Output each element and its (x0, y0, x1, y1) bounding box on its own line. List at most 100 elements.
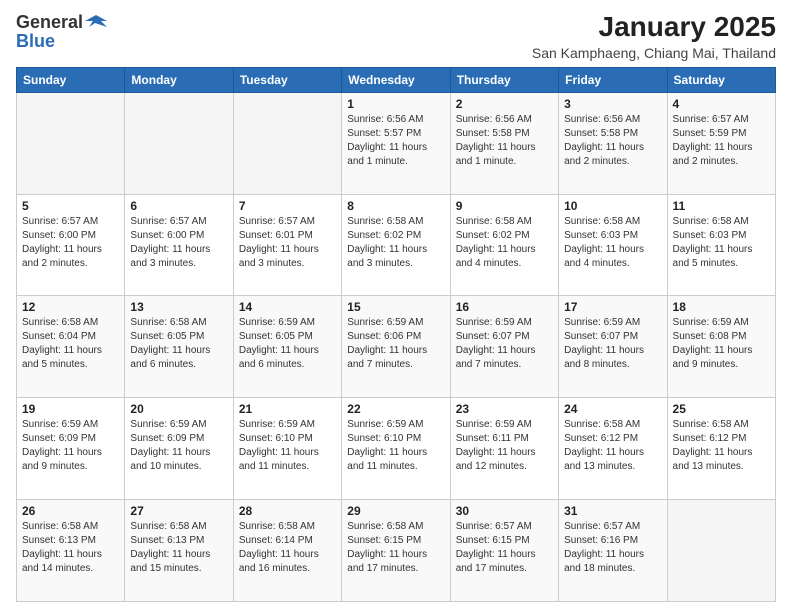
sunrise-text: Sunrise: 6:58 AM (564, 215, 661, 229)
table-row: 15Sunrise: 6:59 AMSunset: 6:06 PMDayligh… (342, 296, 450, 398)
table-row: 7Sunrise: 6:57 AMSunset: 6:01 PMDaylight… (233, 194, 341, 296)
day-number: 6 (130, 199, 227, 213)
table-row: 10Sunrise: 6:58 AMSunset: 6:03 PMDayligh… (559, 194, 667, 296)
calendar-week-1: 1Sunrise: 6:56 AMSunset: 5:57 PMDaylight… (17, 92, 776, 194)
daylight-text: Daylight: 11 hours and 3 minutes. (239, 243, 336, 271)
sunset-text: Sunset: 5:58 PM (564, 127, 661, 141)
daylight-text: Daylight: 11 hours and 9 minutes. (673, 344, 770, 372)
table-row: 5Sunrise: 6:57 AMSunset: 6:00 PMDaylight… (17, 194, 125, 296)
daylight-text: Daylight: 11 hours and 13 minutes. (564, 446, 661, 474)
table-row: 30Sunrise: 6:57 AMSunset: 6:15 PMDayligh… (450, 500, 558, 602)
sunrise-text: Sunrise: 6:59 AM (130, 418, 227, 432)
sunset-text: Sunset: 6:11 PM (456, 432, 553, 446)
sunset-text: Sunset: 6:01 PM (239, 229, 336, 243)
calendar-header-row: Sunday Monday Tuesday Wednesday Thursday… (17, 67, 776, 92)
table-row (17, 92, 125, 194)
sunrise-text: Sunrise: 6:57 AM (22, 215, 119, 229)
sunrise-text: Sunrise: 6:58 AM (456, 215, 553, 229)
sunrise-text: Sunrise: 6:56 AM (347, 113, 444, 127)
sunrise-text: Sunrise: 6:58 AM (22, 316, 119, 330)
sunrise-text: Sunrise: 6:58 AM (347, 520, 444, 534)
daylight-text: Daylight: 11 hours and 14 minutes. (22, 548, 119, 576)
sunrise-text: Sunrise: 6:59 AM (673, 316, 770, 330)
sunset-text: Sunset: 6:03 PM (564, 229, 661, 243)
day-number: 17 (564, 300, 661, 314)
sunset-text: Sunset: 6:13 PM (22, 534, 119, 548)
title-area: January 2025 San Kamphaeng, Chiang Mai, … (532, 12, 776, 61)
sunrise-text: Sunrise: 6:58 AM (673, 418, 770, 432)
daylight-text: Daylight: 11 hours and 18 minutes. (564, 548, 661, 576)
day-info: Sunrise: 6:58 AMSunset: 6:05 PMDaylight:… (130, 316, 227, 372)
calendar-week-5: 26Sunrise: 6:58 AMSunset: 6:13 PMDayligh… (17, 500, 776, 602)
daylight-text: Daylight: 11 hours and 9 minutes. (22, 446, 119, 474)
day-info: Sunrise: 6:58 AMSunset: 6:04 PMDaylight:… (22, 316, 119, 372)
day-number: 20 (130, 402, 227, 416)
day-info: Sunrise: 6:58 AMSunset: 6:02 PMDaylight:… (456, 215, 553, 271)
calendar-week-3: 12Sunrise: 6:58 AMSunset: 6:04 PMDayligh… (17, 296, 776, 398)
day-number: 8 (347, 199, 444, 213)
header-thursday: Thursday (450, 67, 558, 92)
day-info: Sunrise: 6:59 AMSunset: 6:06 PMDaylight:… (347, 316, 444, 372)
table-row: 11Sunrise: 6:58 AMSunset: 6:03 PMDayligh… (667, 194, 775, 296)
daylight-text: Daylight: 11 hours and 6 minutes. (239, 344, 336, 372)
table-row: 16Sunrise: 6:59 AMSunset: 6:07 PMDayligh… (450, 296, 558, 398)
sunrise-text: Sunrise: 6:59 AM (564, 316, 661, 330)
header-monday: Monday (125, 67, 233, 92)
day-number: 2 (456, 97, 553, 111)
sunset-text: Sunset: 6:05 PM (130, 330, 227, 344)
table-row: 23Sunrise: 6:59 AMSunset: 6:11 PMDayligh… (450, 398, 558, 500)
header-friday: Friday (559, 67, 667, 92)
calendar-week-2: 5Sunrise: 6:57 AMSunset: 6:00 PMDaylight… (17, 194, 776, 296)
daylight-text: Daylight: 11 hours and 1 minute. (456, 141, 553, 169)
daylight-text: Daylight: 11 hours and 12 minutes. (456, 446, 553, 474)
day-number: 25 (673, 402, 770, 416)
table-row: 26 Sunrise: 6:58 AMSunset: 6:13 PMDayligh… (17, 500, 125, 602)
page: General Blue January 2025 San Kamphaeng,… (0, 0, 792, 612)
sunrise-text: Sunrise: 6:58 AM (347, 215, 444, 229)
logo-general-text: General (16, 12, 83, 33)
daylight-text: Daylight: 11 hours and 2 minutes. (673, 141, 770, 169)
day-info: Sunrise: 6:59 AMSunset: 6:09 PMDaylight:… (22, 418, 119, 474)
sunset-text: Sunset: 6:15 PM (347, 534, 444, 548)
daylight-text: Daylight: 11 hours and 11 minutes. (347, 446, 444, 474)
day-number: 13 (130, 300, 227, 314)
daylight-text: Daylight: 11 hours and 6 minutes. (130, 344, 227, 372)
table-row: 25Sunrise: 6:58 AMSunset: 6:12 PMDayligh… (667, 398, 775, 500)
sunrise-text: Sunrise: 6:59 AM (456, 316, 553, 330)
sunrise-text: Sunrise: 6:59 AM (239, 316, 336, 330)
sunrise-text: Sunrise: 6:57 AM (456, 520, 553, 534)
table-row: 20Sunrise: 6:59 AMSunset: 6:09 PMDayligh… (125, 398, 233, 500)
table-row: 22Sunrise: 6:59 AMSunset: 6:10 PMDayligh… (342, 398, 450, 500)
sunset-text: Sunset: 6:15 PM (456, 534, 553, 548)
calendar-week-4: 19Sunrise: 6:59 AMSunset: 6:09 PMDayligh… (17, 398, 776, 500)
table-row: 1Sunrise: 6:56 AMSunset: 5:57 PMDaylight… (342, 92, 450, 194)
sunset-text: Sunset: 6:09 PM (22, 432, 119, 446)
daylight-text: Daylight: 11 hours and 1 minute. (347, 141, 444, 169)
daylight-text: Daylight: 11 hours and 7 minutes. (347, 344, 444, 372)
header-sunday: Sunday (17, 67, 125, 92)
calendar-table: Sunday Monday Tuesday Wednesday Thursday… (16, 67, 776, 602)
sunrise-text: Sunrise: 6:58 AM (673, 215, 770, 229)
day-number: 19 (22, 402, 119, 416)
sunset-text: Sunset: 6:10 PM (239, 432, 336, 446)
table-row: 2Sunrise: 6:56 AMSunset: 5:58 PMDaylight… (450, 92, 558, 194)
day-number: 29 (347, 504, 444, 518)
day-info: Sunrise: 6:56 AMSunset: 5:58 PMDaylight:… (564, 113, 661, 169)
sunset-text: Sunset: 6:07 PM (456, 330, 553, 344)
logo: General Blue (16, 12, 107, 52)
day-info: Sunrise: 6:59 AMSunset: 6:10 PMDaylight:… (347, 418, 444, 474)
day-info: Sunrise: 6:59 AMSunset: 6:07 PMDaylight:… (456, 316, 553, 372)
day-info: Sunrise: 6:59 AMSunset: 6:07 PMDaylight:… (564, 316, 661, 372)
sunset-text: Sunset: 6:00 PM (22, 229, 119, 243)
day-number: 31 (564, 504, 661, 518)
day-number: 26 (22, 504, 119, 518)
daylight-text: Daylight: 11 hours and 17 minutes. (456, 548, 553, 576)
header: General Blue January 2025 San Kamphaeng,… (16, 12, 776, 61)
sunrise-text: Sunrise: 6:58 AM (130, 520, 227, 534)
table-row (233, 92, 341, 194)
sunrise-text: Sunrise: 6:56 AM (456, 113, 553, 127)
day-info: Sunrise: 6:58 AMSunset: 6:13 PMDaylight:… (22, 520, 119, 576)
header-tuesday: Tuesday (233, 67, 341, 92)
sunset-text: Sunset: 6:04 PM (22, 330, 119, 344)
table-row: 6Sunrise: 6:57 AMSunset: 6:00 PMDaylight… (125, 194, 233, 296)
